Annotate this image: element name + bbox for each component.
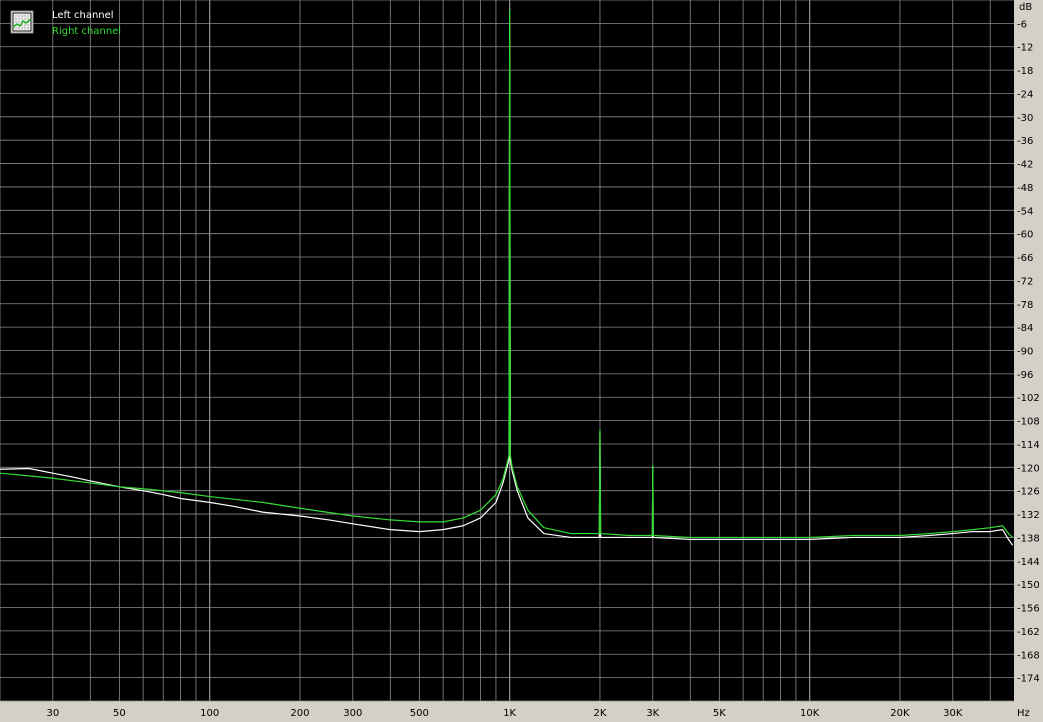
y-tick-label: -84 — [1017, 323, 1033, 334]
x-tick-label: 3K — [646, 708, 659, 719]
y-tick-label: -96 — [1017, 370, 1033, 381]
y-tick-label: -12 — [1017, 43, 1033, 54]
y-tick-label: -174 — [1017, 674, 1040, 685]
y-tick-label: -42 — [1017, 160, 1033, 171]
y-tick-label: -24 — [1017, 89, 1033, 100]
x-tick-label: 1K — [503, 708, 516, 719]
x-tick-label: 2K — [594, 708, 607, 719]
y-tick-label: -120 — [1017, 463, 1040, 474]
y-tick-label: -168 — [1017, 650, 1040, 661]
y-tick-label: -90 — [1017, 347, 1033, 358]
x-axis-unit: Hz — [1017, 708, 1030, 719]
x-tick-label: 20K — [890, 708, 910, 719]
y-tick-label: -162 — [1017, 627, 1040, 638]
y-tick-label: -72 — [1017, 276, 1033, 287]
x-tick-label: 5K — [713, 708, 726, 719]
y-tick-label: -144 — [1017, 557, 1040, 568]
y-tick-label: -108 — [1017, 417, 1040, 428]
y-tick-label: -6 — [1017, 19, 1027, 30]
y-tick-label: -60 — [1017, 230, 1033, 241]
y-tick-label: -54 — [1017, 206, 1033, 217]
y-tick-label: -156 — [1017, 604, 1040, 615]
legend-entry-right: Right channel — [52, 26, 121, 37]
y-tick-label: -30 — [1017, 113, 1033, 124]
y-tick-label: -126 — [1017, 487, 1040, 498]
x-tick-label: 50 — [113, 708, 126, 719]
y-tick-label: -18 — [1017, 66, 1033, 77]
legend-entry-left: Left channel — [52, 10, 114, 21]
y-tick-label: -150 — [1017, 580, 1040, 591]
y-tick-label: -138 — [1017, 533, 1040, 544]
y-tick-label: -36 — [1017, 136, 1033, 147]
x-tick-label: 500 — [410, 708, 429, 719]
y-tick-label: -114 — [1017, 440, 1040, 451]
y-tick-label: -102 — [1017, 393, 1040, 404]
y-tick-label: -132 — [1017, 510, 1040, 521]
y-tick-label: -78 — [1017, 300, 1033, 311]
y-tick-label: -66 — [1017, 253, 1033, 264]
x-tick-label: 30K — [943, 708, 963, 719]
x-tick-label: 100 — [200, 708, 219, 719]
x-tick-label: 30 — [46, 708, 59, 719]
x-tick-label: 10K — [800, 708, 820, 719]
chart-icon — [12, 12, 32, 32]
spectrum-chart: 30 50 100 200 300 500 1K 2K 3K 5K 10K 20K 30K -6 -12 -… — [0, 0, 1043, 722]
x-tick-label: 200 — [290, 708, 309, 719]
x-tick-label: 300 — [343, 708, 362, 719]
y-axis-unit: dB — [1019, 2, 1032, 13]
y-tick-label: -48 — [1017, 183, 1033, 194]
